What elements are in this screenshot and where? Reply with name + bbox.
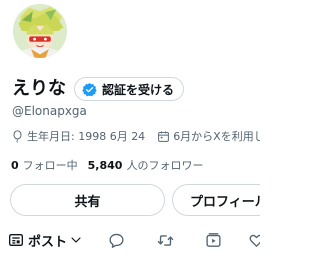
get-verified-button[interactable]: 認証を受ける [74,77,185,101]
followers-link[interactable]: 5,840 人のフォロワー [88,157,204,173]
following-count: 0 [11,158,19,172]
joined-text: 6月からXを利用しています [173,130,260,143]
repost-icon [157,234,173,246]
get-verified-label: 認証を受ける [102,82,175,97]
name-row: えりな 認証を受ける [12,77,185,101]
birthday-text: 生年月日: 1998 6月 24 [27,130,146,143]
balloon-icon [13,129,22,143]
posts-icon [9,234,23,246]
tab-replies[interactable] [106,230,126,250]
birthday-item: 生年月日: 1998 6月 24 [11,128,145,144]
edit-profile-button[interactable]: プロフィールを編集 [172,184,260,216]
profile-tabbar: ポスト [0,222,260,260]
followers-label: 人のフォロワー [126,159,204,172]
follow-stats: 0 フォロー中 5,840 人のフォロワー [11,157,213,173]
following-label: フォロー中 [22,159,78,172]
tab-media[interactable] [203,230,223,250]
tab-posts-label: ポスト [28,234,68,250]
tab-more[interactable] [246,230,260,250]
tab-posts[interactable]: ポスト [8,228,82,252]
tab-reposts[interactable] [155,230,175,250]
joined-item: 6月からXを利用しています [157,128,260,144]
chevron-down-icon[interactable] [70,234,82,246]
reply-icon [108,233,124,248]
following-link[interactable]: 0 フォロー中 [11,157,78,173]
media-icon [205,232,221,247]
user-handle: @Elonapxga [12,104,87,118]
profile-meta: 生年月日: 1998 6月 24 6月からXを利用しています [11,128,260,144]
verified-badge-icon [82,82,97,96]
followers-count: 5,840 [87,158,123,172]
avatar-image [13,4,67,58]
profile-page: えりな 認証を受ける @Elonapxga 生年月日: 1998 6月 24 6… [0,0,260,260]
avatar[interactable] [10,1,70,61]
likes-icon [249,234,260,247]
display-name: えりな [12,78,66,99]
calendar-icon [158,130,170,142]
share-button[interactable]: 共有 [10,184,165,216]
